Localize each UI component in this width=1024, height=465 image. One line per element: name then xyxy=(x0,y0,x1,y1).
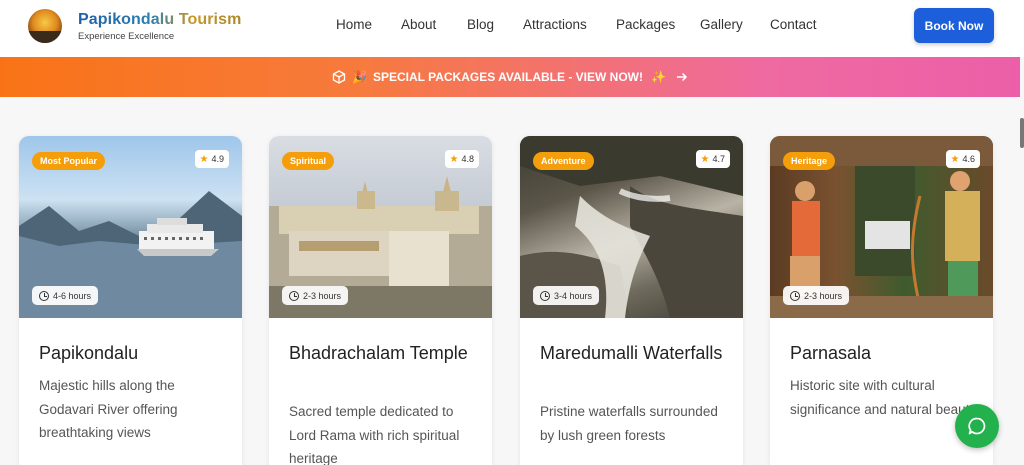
sparkle-icon: ✨ xyxy=(651,70,666,84)
card-title[interactable]: Parnasala xyxy=(790,340,980,366)
card-badge: Most Popular xyxy=(32,152,106,170)
card-badge: Heritage xyxy=(783,152,836,170)
card-title[interactable]: Papikondalu xyxy=(39,340,229,366)
card-description: Historic site with cultural significance… xyxy=(790,378,977,417)
clock-icon xyxy=(790,290,800,301)
brand-logo[interactable] xyxy=(28,9,62,43)
brand-subtitle: Experience Excellence xyxy=(78,31,175,42)
card-badge: Spiritual xyxy=(282,152,335,170)
rating-pill: ★ 4.8 xyxy=(444,150,479,168)
duration-pill: 3-4 hours xyxy=(533,286,600,305)
attraction-card-bhadrachalam[interactable]: Spiritual ★ 4.8 2-3 hours Bhadrachalam Te… xyxy=(269,136,492,465)
star-icon: ★ xyxy=(449,153,459,165)
card-description: Pristine waterfalls surrounded by lush g… xyxy=(540,404,718,443)
card-image: Heritage ★ 4.6 2-3 hours xyxy=(770,136,993,318)
chat-button[interactable] xyxy=(955,404,999,448)
star-icon: ★ xyxy=(950,153,960,165)
duration-value: 2-3 hours xyxy=(303,290,342,301)
rating-value: 4.6 xyxy=(962,154,975,164)
clock-icon xyxy=(289,290,299,301)
sparkles-icon: 🎉 xyxy=(352,70,367,84)
nav-packages[interactable]: Packages xyxy=(616,17,675,32)
card-image: Adventure ★ 4.7 3-4 hours xyxy=(520,136,743,318)
site-header: Papikondalu Tourism Experience Excellenc… xyxy=(0,0,1024,57)
duration-value: 3-4 hours xyxy=(554,290,593,301)
arrow-right-icon xyxy=(676,72,688,82)
nav-home[interactable]: Home xyxy=(336,17,372,32)
attraction-card-maredumalli[interactable]: Adventure ★ 4.7 3-4 hours Maredumalli Wat… xyxy=(520,136,743,465)
book-now-button[interactable]: Book Now xyxy=(914,8,994,43)
duration-pill: 2-3 hours xyxy=(282,286,349,305)
card-badge: Adventure xyxy=(533,152,594,170)
special-packages-banner[interactable]: 🎉 SPECIAL PACKAGES AVAILABLE - VIEW NOW!… xyxy=(0,57,1020,97)
card-image: Spiritual ★ 4.8 2-3 hours xyxy=(269,136,492,318)
card-image: Most Popular ★ 4.9 4-6 hours xyxy=(19,136,242,318)
card-title[interactable]: Maredumalli Waterfalls xyxy=(540,340,730,366)
rating-value: 4.8 xyxy=(461,154,474,164)
card-description: Sacred temple dedicated to Lord Rama wit… xyxy=(289,404,460,465)
brand[interactable]: Papikondalu Tourism Experience Excellenc… xyxy=(78,11,241,42)
rating-pill: ★ 4.6 xyxy=(945,150,980,168)
duration-value: 4-6 hours xyxy=(53,290,92,301)
page-scrollbar[interactable] xyxy=(1020,118,1024,148)
duration-pill: 2-3 hours xyxy=(783,286,850,305)
nav-attractions[interactable]: Attractions xyxy=(523,17,587,32)
nav-blog[interactable]: Blog xyxy=(467,17,494,32)
cube-icon xyxy=(332,70,346,84)
brand-title: Papikondalu Tourism xyxy=(78,11,242,28)
banner-text: SPECIAL PACKAGES AVAILABLE - VIEW NOW! xyxy=(372,70,643,84)
rating-pill: ★ 4.9 xyxy=(194,150,229,168)
rating-value: 4.9 xyxy=(211,154,224,164)
nav-gallery[interactable]: Gallery xyxy=(700,17,743,32)
star-icon: ★ xyxy=(700,153,710,165)
star-icon: ★ xyxy=(199,153,209,165)
nav-about[interactable]: About xyxy=(401,17,436,32)
rating-pill: ★ 4.7 xyxy=(695,150,730,168)
rating-value: 4.7 xyxy=(712,154,725,164)
duration-pill: 4-6 hours xyxy=(32,286,99,305)
clock-icon xyxy=(39,290,49,301)
clock-icon xyxy=(540,290,550,301)
duration-value: 2-3 hours xyxy=(804,290,843,301)
chat-bubble-icon xyxy=(968,417,986,435)
card-title[interactable]: Bhadrachalam Temple xyxy=(289,340,479,366)
nav-contact[interactable]: Contact xyxy=(770,17,817,32)
attraction-card-papikondalu[interactable]: Most Popular ★ 4.9 4-6 hours Papikondalu … xyxy=(19,136,242,465)
card-description: Majestic hills along the Godavari River … xyxy=(39,378,178,440)
